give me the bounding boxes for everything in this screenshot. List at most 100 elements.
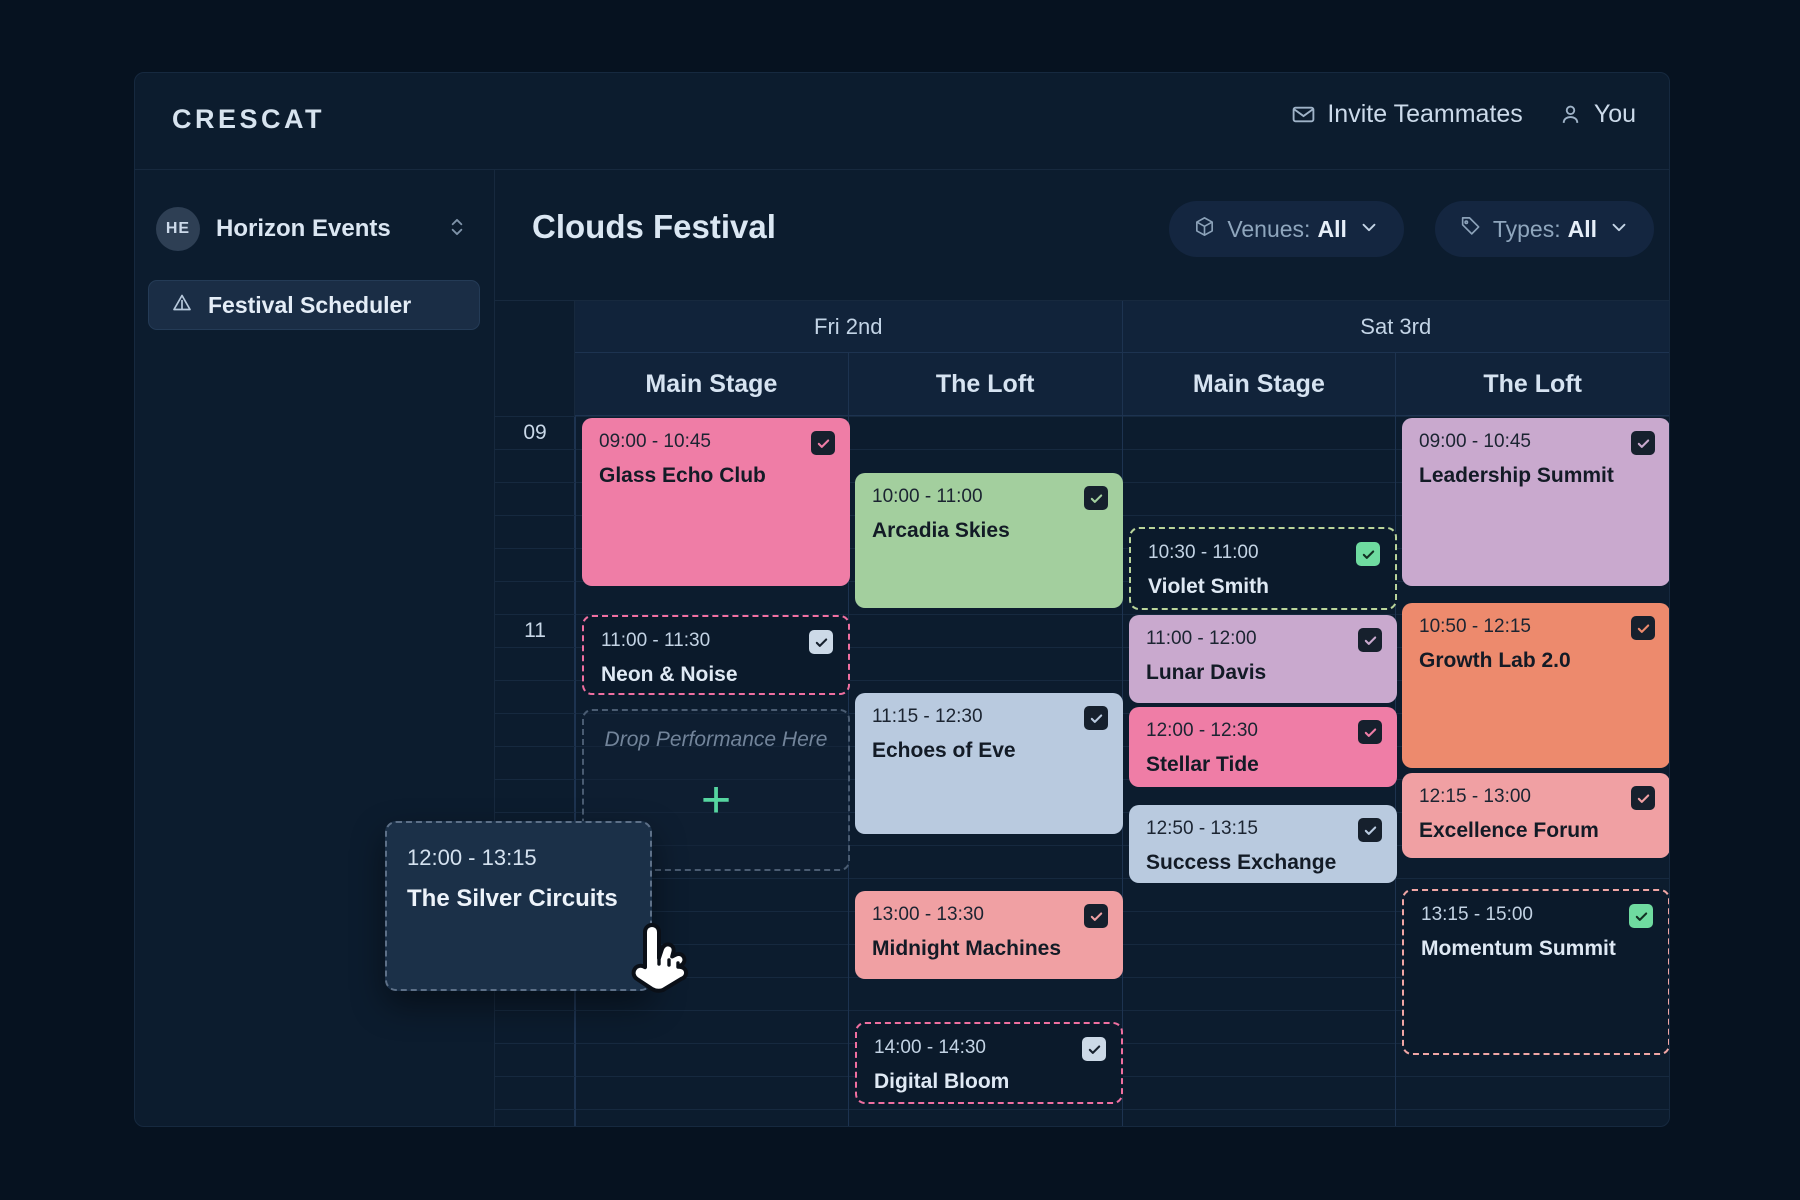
column-fri-the-loft: 10:00 - 11:00 Arcadia Skies 11:15 - 12:3…: [848, 416, 1123, 1126]
venue-header-sat-the-loft: The Loft: [1396, 353, 1669, 416]
time-gutter: [495, 416, 575, 1126]
event-time: 11:00 - 12:00: [1146, 628, 1257, 649]
event-card[interactable]: 11:15 - 12:30 Echoes of Eve: [855, 693, 1123, 834]
event-name: Echoes of Eve: [872, 738, 1016, 762]
user-menu-button[interactable]: You: [1558, 100, 1636, 129]
event-time: 10:50 - 12:15: [1419, 616, 1531, 637]
sidebar-item-festival-scheduler[interactable]: Festival Scheduler: [148, 280, 480, 330]
event-card[interactable]: 10:00 - 11:00 Arcadia Skies: [855, 473, 1123, 608]
event-card[interactable]: 13:15 - 15:00 Momentum Summit: [1402, 889, 1669, 1055]
plus-icon: +: [700, 771, 732, 829]
event-name: Growth Lab 2.0: [1419, 648, 1571, 672]
user-icon: [1558, 102, 1583, 127]
event-checkbox[interactable]: [811, 431, 835, 455]
event-name: The Silver Circuits: [407, 885, 618, 912]
event-card[interactable]: 09:00 - 10:45 Glass Echo Club: [582, 418, 850, 586]
event-checkbox[interactable]: [1084, 904, 1108, 928]
chevron-updown-icon: [448, 215, 466, 244]
types-filter[interactable]: Types: All: [1434, 201, 1654, 257]
event-time: 12:15 - 13:00: [1419, 786, 1531, 807]
event-checkbox[interactable]: [1084, 706, 1108, 730]
brand-logo: CRESCAT: [172, 104, 326, 134]
event-card[interactable]: 12:50 - 13:15 Success Exchange: [1129, 805, 1397, 883]
venues-filter[interactable]: Venues: All: [1169, 201, 1404, 257]
event-name: Midnight Machines: [872, 936, 1061, 960]
event-card[interactable]: 12:00 - 12:30 Stellar Tide: [1129, 707, 1397, 787]
page-title: Clouds Festival: [532, 208, 776, 245]
event-name: Leadership Summit: [1419, 463, 1614, 487]
column-sat-main-stage: 10:30 - 11:00 Violet Smith 11:00 - 12:00…: [1122, 416, 1397, 1126]
calendar-venue-header-row: Main Stage The Loft Main Stage The Loft: [495, 353, 1669, 416]
event-name: Arcadia Skies: [872, 518, 1010, 542]
event-time: 12:00 - 13:15: [407, 845, 537, 870]
event-name: Stellar Tide: [1146, 752, 1259, 776]
event-name: Excellence Forum: [1419, 818, 1599, 842]
event-checkbox[interactable]: [1358, 720, 1382, 744]
event-time: 11:00 - 11:30: [601, 630, 711, 651]
invite-teammates-label: Invite Teammates: [1327, 100, 1523, 128]
top-bar-actions: Invite Teammates You: [1291, 100, 1636, 129]
event-name: Lunar Davis: [1146, 660, 1267, 684]
event-checkbox[interactable]: [1631, 786, 1655, 810]
event-time: 14:00 - 14:30: [874, 1037, 986, 1058]
event-name: Violet Smith: [1148, 574, 1269, 598]
event-card[interactable]: 14:00 - 14:30 Digital Bloom: [855, 1022, 1123, 1104]
day-header-sat: Sat 3rd: [1122, 301, 1669, 353]
invite-teammates-button[interactable]: Invite Teammates: [1291, 100, 1523, 129]
event-name: Momentum Summit: [1421, 936, 1616, 960]
hour-label-09: 09: [523, 421, 547, 444]
box-icon: [1193, 215, 1216, 243]
chevron-down-icon: [1608, 216, 1630, 243]
main-header: Clouds Festival Venues: All Types: All: [495, 170, 1669, 300]
event-time: 13:15 - 15:00: [1421, 904, 1533, 925]
venue-header-fri-the-loft: The Loft: [848, 353, 1123, 416]
event-checkbox[interactable]: [1084, 486, 1108, 510]
user-menu-label: You: [1593, 100, 1636, 128]
event-time: 12:50 - 13:15: [1146, 818, 1258, 839]
types-filter-label: Types:: [1492, 215, 1561, 242]
event-checkbox[interactable]: [1358, 628, 1382, 652]
org-name: Horizon Events: [216, 215, 391, 242]
org-switcher[interactable]: HE Horizon Events: [156, 207, 466, 251]
event-time: 13:00 - 13:30: [872, 904, 984, 925]
event-card[interactable]: 12:15 - 13:00 Excellence Forum: [1402, 773, 1669, 858]
pointing-hand-cursor: [625, 920, 697, 1013]
event-name: Glass Echo Club: [599, 463, 766, 487]
time-gutter-subheader: [495, 353, 575, 416]
event-card[interactable]: 10:30 - 11:00 Violet Smith: [1129, 527, 1397, 610]
event-checkbox[interactable]: [1082, 1037, 1106, 1061]
calendar-day-header-row: Fri 2nd Sat 3rd: [495, 301, 1669, 353]
filter-bar: Venues: All Types: All: [1169, 201, 1654, 257]
event-name: Neon & Noise: [601, 662, 738, 686]
event-time: 09:00 - 10:45: [599, 431, 711, 452]
event-checkbox[interactable]: [1631, 431, 1655, 455]
event-checkbox[interactable]: [1356, 542, 1380, 566]
event-checkbox[interactable]: [809, 630, 833, 654]
event-time: 11:15 - 12:30: [872, 706, 983, 727]
event-card[interactable]: 09:00 - 10:45 Leadership Summit: [1402, 418, 1669, 586]
app-window: CRESCAT Invite Teammates You HE Horizon …: [134, 72, 1670, 1127]
hour-label-11: 11: [524, 619, 546, 642]
avatar: HE: [156, 207, 200, 251]
tag-icon: [1459, 215, 1482, 243]
column-sat-the-loft: 09:00 - 10:45 Leadership Summit 10:50 - …: [1395, 416, 1669, 1126]
event-card[interactable]: 11:00 - 12:00 Lunar Davis: [1129, 615, 1397, 703]
event-checkbox[interactable]: [1358, 818, 1382, 842]
tent-icon: [170, 291, 194, 320]
event-name: Success Exchange: [1146, 850, 1337, 874]
top-bar: CRESCAT Invite Teammates You: [135, 73, 1669, 170]
drop-zone-label: Drop Performance Here: [604, 728, 828, 751]
event-card[interactable]: 13:00 - 13:30 Midnight Machines: [855, 891, 1123, 979]
event-card[interactable]: 11:00 - 11:30 Neon & Noise: [582, 615, 850, 695]
event-card[interactable]: 10:50 - 12:15 Growth Lab 2.0: [1402, 603, 1669, 768]
event-checkbox[interactable]: [1631, 616, 1655, 640]
dragging-event-card[interactable]: 12:00 - 13:15 The Silver Circuits: [385, 821, 652, 991]
event-checkbox[interactable]: [1629, 904, 1653, 928]
event-time: 10:00 - 11:00: [872, 486, 983, 507]
column-fri-main-stage: 09:00 - 10:45 Glass Echo Club 11:00 - 11…: [575, 416, 850, 1126]
venues-filter-label: Venues:: [1227, 215, 1311, 242]
chevron-down-icon: [1358, 216, 1380, 243]
event-time: 10:30 - 11:00: [1148, 542, 1259, 563]
mail-icon: [1291, 102, 1316, 127]
time-gutter-header: [495, 301, 575, 353]
